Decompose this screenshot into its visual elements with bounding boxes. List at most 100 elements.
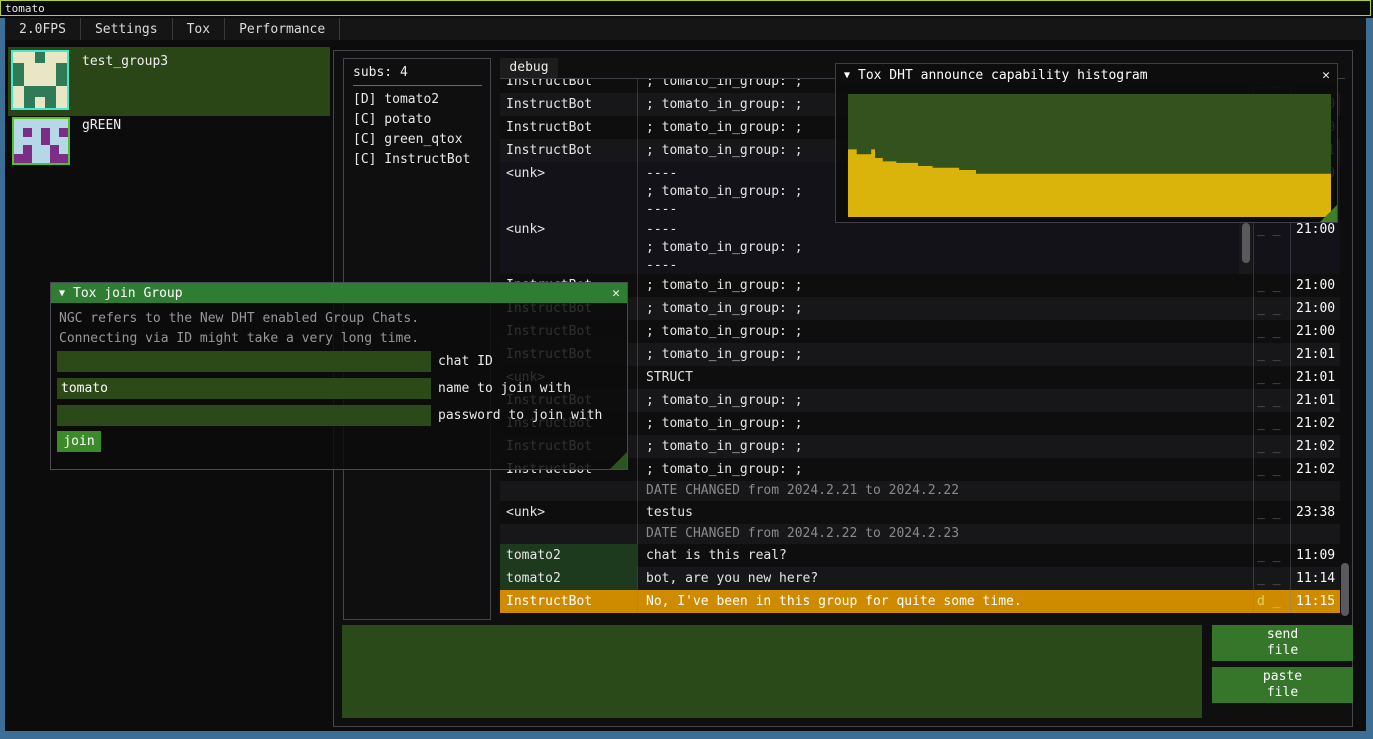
- join-name-input[interactable]: [57, 378, 431, 399]
- message-text: No, I've been in this group for quite so…: [637, 590, 1253, 613]
- collapse-arrow-icon[interactable]: ▼: [836, 70, 858, 81]
- delivery-indicators: _ _: [1253, 366, 1290, 389]
- message-text: ; tomato_in_group: ;: [637, 458, 1253, 481]
- chat-id-label: chat ID: [438, 351, 493, 372]
- subs-member-potato[interactable]: [C] potato: [353, 110, 490, 130]
- avatar-pixel: [59, 119, 68, 128]
- join-desc-line2: Connecting via ID might take a very long…: [59, 329, 419, 349]
- join-password-label: password to join with: [438, 405, 602, 426]
- message-text: chat is this real?: [637, 544, 1253, 567]
- avatar-pixel: [59, 128, 68, 137]
- delivery-indicators: _ _: [1253, 501, 1290, 524]
- avatar-pixel: [24, 52, 35, 63]
- avatar-pixel: [41, 154, 50, 163]
- sender-name: InstructBot: [500, 93, 637, 116]
- chat-row[interactable]: tomato2bot, are you new here?_ _11:14: [500, 567, 1345, 590]
- chat-row[interactable]: tomato2chat is this real?_ _11:09: [500, 544, 1345, 567]
- avatar-pixel: [45, 63, 56, 74]
- screen-border-left: [0, 18, 5, 739]
- avatar-pixel: [24, 74, 35, 85]
- delivery-indicators: _ _: [1253, 567, 1290, 590]
- paste-file-line2: file: [1267, 685, 1298, 701]
- avatar-pixel: [35, 63, 46, 74]
- avatar-pixel: [56, 74, 67, 85]
- message-text: ; tomato_in_group: ;: [637, 435, 1253, 458]
- message-text: ---- ; tomato_in_group: ; ----: [637, 218, 1253, 274]
- sender-name: InstructBot: [500, 116, 637, 139]
- join-group-titlebar[interactable]: ▼ Tox join Group ✕: [51, 283, 627, 303]
- resize-grip-icon[interactable]: [610, 452, 627, 469]
- group-avatar: [11, 50, 69, 110]
- avatar-pixel: [32, 119, 41, 128]
- dht-histogram-plot: [848, 94, 1331, 217]
- avatar-pixel: [35, 74, 46, 85]
- menu-item-performance[interactable]: Performance: [225, 18, 339, 40]
- subs-member-tomato2[interactable]: [D] tomato2: [353, 90, 490, 110]
- avatar-pixel: [13, 97, 24, 108]
- date-changed-text: DATE CHANGED from 2024.2.22 to 2024.2.23: [500, 524, 1345, 544]
- avatar-pixel: [41, 145, 50, 154]
- avatar-pixel: [59, 154, 68, 163]
- avatar-pixel: [59, 145, 68, 154]
- message-timestamp: 21:01: [1290, 389, 1345, 412]
- delivery-indicators: _ _: [1253, 320, 1290, 343]
- avatar-pixel: [23, 128, 32, 137]
- avatar-pixel: [56, 86, 67, 97]
- chat-row[interactable]: <unk>testus_ _23:38: [500, 501, 1345, 524]
- date-separator-row: DATE CHANGED from 2024.2.22 to 2024.2.23: [500, 524, 1345, 544]
- subs-separator: [353, 85, 482, 86]
- message-timestamp: 11:14: [1290, 567, 1345, 590]
- chat-scrollbar-thumb[interactable]: [1341, 563, 1349, 616]
- close-icon[interactable]: ✕: [605, 286, 627, 301]
- sender-name: <unk>: [500, 501, 637, 524]
- message-timestamp: 21:01: [1290, 366, 1345, 389]
- paste-file-button[interactable]: paste file: [1212, 667, 1353, 703]
- message-text: testus: [637, 501, 1253, 524]
- avatar-pixel: [35, 52, 46, 63]
- subs-count: subs: 4: [353, 65, 490, 80]
- avatar-pixel: [24, 86, 35, 97]
- message-timestamp: 11:09: [1290, 544, 1345, 567]
- chat-row[interactable]: <unk>---- ; tomato_in_group: ; ----_ _21…: [500, 218, 1345, 274]
- message-scrollbar-thumb[interactable]: [1242, 223, 1250, 263]
- close-icon[interactable]: ✕: [1315, 68, 1337, 83]
- delivery-indicators: _ _: [1253, 412, 1290, 435]
- menu-item-settings[interactable]: Settings: [81, 18, 172, 40]
- column-separator: [637, 79, 638, 613]
- sender-name: InstructBot: [500, 139, 637, 162]
- collapse-arrow-icon[interactable]: ▼: [51, 288, 73, 299]
- avatar-pixel: [14, 154, 23, 163]
- avatar-pixel: [50, 145, 59, 154]
- message-timestamp: 21:01: [1290, 343, 1345, 366]
- avatar-pixel: [14, 145, 23, 154]
- chat-scrollbar-track[interactable]: [1340, 79, 1350, 618]
- tab-debug[interactable]: debug: [500, 58, 558, 78]
- avatar-pixel: [41, 119, 50, 128]
- message-text: STRUCT: [637, 366, 1253, 389]
- subs-member-InstructBot[interactable]: [C] InstructBot: [353, 150, 490, 170]
- join-button[interactable]: join: [57, 431, 101, 452]
- chat-id-input[interactable]: [57, 351, 431, 372]
- chat-row[interactable]: InstructBotNo, I've been in this group f…: [500, 590, 1345, 613]
- delivery-indicators: d _: [1253, 590, 1290, 613]
- delivery-indicators: _ _: [1253, 544, 1290, 567]
- group-avatar: [12, 117, 70, 165]
- avatar-pixel: [13, 74, 24, 85]
- menu-item-tox[interactable]: Tox: [173, 18, 224, 40]
- avatar-pixel: [14, 128, 23, 137]
- delivery-indicators: _ _: [1253, 458, 1290, 481]
- dht-histogram-title: Tox DHT announce capability histogram: [858, 68, 1148, 83]
- window-title: tomato: [5, 2, 45, 15]
- subs-member-green_qtox[interactable]: [C] green_qtox: [353, 130, 490, 150]
- join-password-input[interactable]: [57, 405, 431, 426]
- resize-grip-icon[interactable]: [1320, 205, 1337, 222]
- avatar-pixel: [45, 74, 56, 85]
- join-desc-line1: NGC refers to the New DHT enabled Group …: [59, 309, 419, 329]
- window-titlebar[interactable]: tomato: [0, 0, 1371, 16]
- subs-member-list: [D] tomato2[C] potato[C] green_qtox[C] I…: [353, 90, 490, 170]
- sender-name: InstructBot: [500, 590, 637, 613]
- dht-histogram-titlebar[interactable]: ▼ Tox DHT announce capability histogram …: [836, 64, 1337, 86]
- message-input[interactable]: [342, 625, 1202, 718]
- send-file-button[interactable]: send file: [1212, 625, 1353, 661]
- sender-name: tomato2: [500, 544, 637, 567]
